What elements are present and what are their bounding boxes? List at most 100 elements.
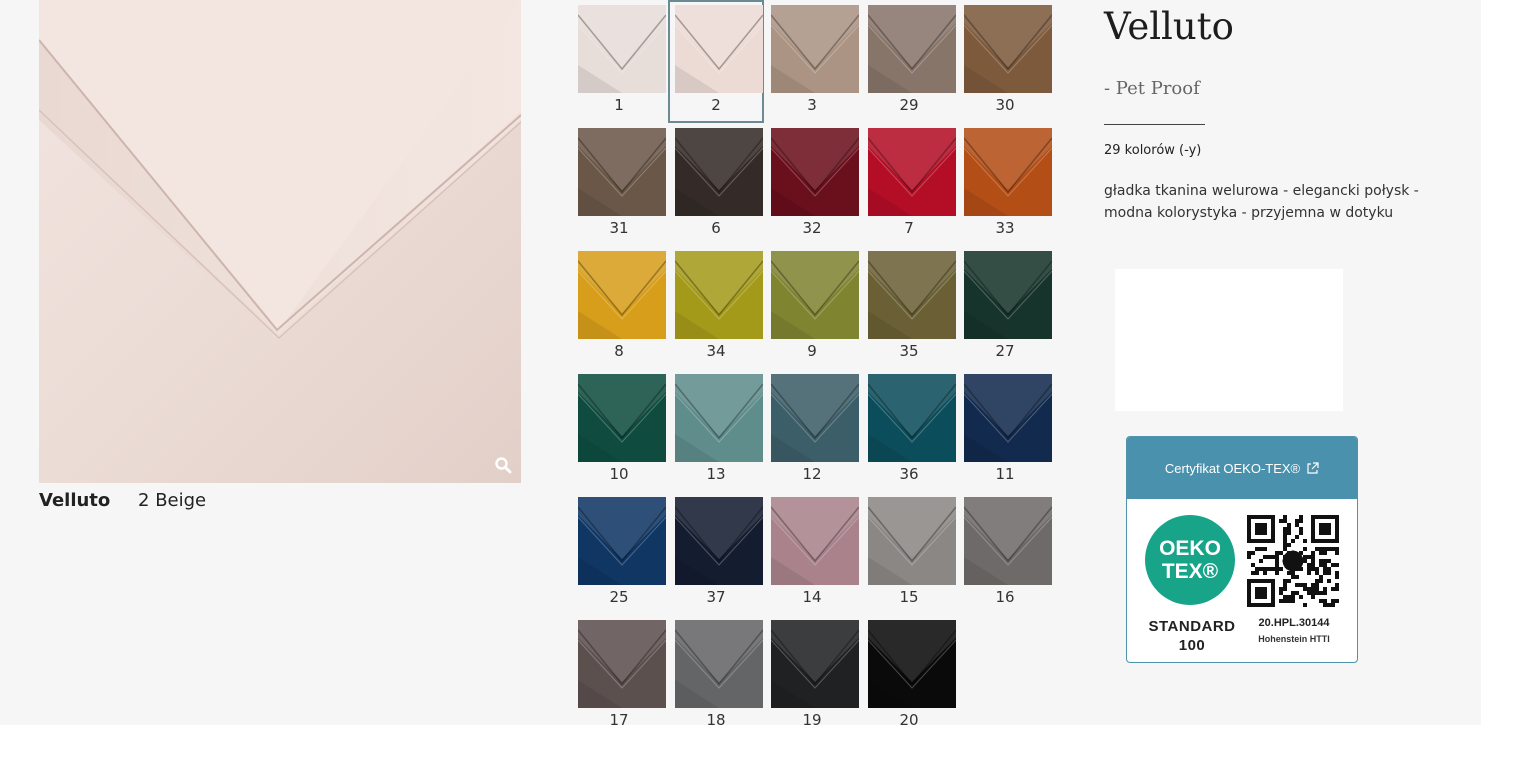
color-swatch[interactable]: 6: [668, 123, 764, 246]
swatch-fabric-chip: [675, 620, 763, 708]
oeko-tex-logo-line2: TEX®: [1161, 560, 1219, 583]
swatch-fabric-chip: [868, 5, 956, 93]
color-swatch[interactable]: 17: [571, 615, 667, 738]
oeko-tex-logo-line1: OEKO: [1159, 537, 1221, 560]
color-swatch[interactable]: 19: [764, 615, 860, 738]
swatch-fabric-chip: [868, 620, 956, 708]
swatch-number: 29: [899, 96, 919, 114]
color-swatch[interactable]: 25: [571, 492, 667, 615]
color-swatch[interactable]: 32: [764, 123, 860, 246]
swatch-number: 37: [706, 588, 726, 606]
color-swatch[interactable]: 36: [861, 369, 957, 492]
swatch-fabric-chip: [771, 620, 859, 708]
swatch-fabric-chip: [868, 128, 956, 216]
swatch-fabric-chip: [578, 251, 666, 339]
swatch-number: 13: [706, 465, 726, 483]
swatch-fabric-chip: [578, 374, 666, 462]
color-swatch[interactable]: 15: [861, 492, 957, 615]
swatch-fabric-chip: [578, 497, 666, 585]
caption-variant: 2 Beige: [138, 490, 207, 511]
color-swatch[interactable]: 16: [957, 492, 1053, 615]
swatch-fabric-chip: [675, 374, 763, 462]
certificate-code: 20.HPL.30144: [1258, 617, 1330, 629]
certificate-standard: STANDARD 100: [1137, 617, 1247, 655]
page: Velluto 2 Beige 1 2 3 29 30 31 6 32 7 33 8 34 9 35 27 1…: [0, 0, 1481, 729]
swatch-fabric-chip: [675, 128, 763, 216]
oeko-tex-certificate[interactable]: Certyfikat OEKO-TEX® OEKO TEX® STANDARD …: [1126, 436, 1358, 663]
swatch-fabric-chip: [868, 497, 956, 585]
swatch-number: 8: [614, 342, 624, 360]
swatch-fabric-chip: [771, 128, 859, 216]
certificate-standard-line1: STANDARD: [1148, 618, 1236, 635]
certificate-link[interactable]: Certyfikat OEKO-TEX®: [1127, 437, 1357, 499]
color-swatch[interactable]: 7: [861, 123, 957, 246]
swatch-number: 35: [899, 342, 919, 360]
color-swatch[interactable]: 8: [571, 246, 667, 369]
swatch-number: 25: [609, 588, 629, 606]
color-swatch[interactable]: 37: [668, 492, 764, 615]
swatch-fabric-chip: [578, 5, 666, 93]
swatch-number: 27: [995, 342, 1015, 360]
color-swatch[interactable]: 11: [957, 369, 1053, 492]
blank-image-placeholder: [1115, 269, 1343, 411]
color-swatch[interactable]: 2: [668, 0, 764, 123]
color-swatch[interactable]: 13: [668, 369, 764, 492]
color-swatch[interactable]: 9: [764, 246, 860, 369]
swatch-number: 6: [711, 219, 721, 237]
color-swatch[interactable]: 18: [668, 615, 764, 738]
swatch-fabric-chip: [964, 128, 1052, 216]
swatch-number: 31: [609, 219, 629, 237]
swatch-fabric-chip: [675, 497, 763, 585]
swatch-fabric-chip: [964, 5, 1052, 93]
swatch-number: 3: [807, 96, 817, 114]
color-swatch[interactable]: 14: [764, 492, 860, 615]
certificate-link-label: Certyfikat OEKO-TEX®: [1164, 460, 1301, 476]
swatch-fabric-chip: [578, 620, 666, 708]
swatch-fabric-chip: [868, 251, 956, 339]
search-icon[interactable]: [493, 455, 513, 475]
swatch-fabric-chip: [578, 128, 666, 216]
swatch-fabric-chip: [771, 374, 859, 462]
swatch-number: 19: [802, 711, 822, 729]
swatch-number: 1: [614, 96, 624, 114]
product-subtitle: - Pet Proof: [1104, 78, 1200, 99]
color-swatch[interactable]: 20: [861, 615, 957, 738]
swatch-number: 20: [899, 711, 919, 729]
color-swatch[interactable]: 12: [764, 369, 860, 492]
color-swatch[interactable]: 1: [571, 0, 667, 123]
swatch-fabric-chip: [675, 5, 763, 93]
swatch-fabric-chip: [771, 5, 859, 93]
swatch-fabric-chip: [675, 251, 763, 339]
color-swatch[interactable]: 33: [957, 123, 1053, 246]
swatch-number: 10: [609, 465, 629, 483]
product-title: Velluto: [1104, 5, 1234, 48]
swatch-fabric-chip: [771, 497, 859, 585]
external-link-icon: [1307, 461, 1319, 474]
color-swatch[interactable]: 30: [957, 0, 1053, 123]
swatch-number: 16: [995, 588, 1015, 606]
swatch-number: 15: [899, 588, 919, 606]
certificate-lab: Hohenstein HTTI: [1258, 634, 1330, 644]
swatch-number: 7: [904, 219, 914, 237]
color-swatch[interactable]: 34: [668, 246, 764, 369]
swatch-number: 14: [802, 588, 822, 606]
color-swatch[interactable]: 29: [861, 0, 957, 123]
swatch-fabric-chip: [868, 374, 956, 462]
fabric-image: [39, 0, 521, 483]
color-swatch[interactable]: 27: [957, 246, 1053, 369]
color-swatch[interactable]: 10: [571, 369, 667, 492]
swatch-number: 30: [995, 96, 1015, 114]
swatch-fabric-chip: [964, 497, 1052, 585]
color-swatch[interactable]: 3: [764, 0, 860, 123]
oeko-tex-logo: OEKO TEX®: [1145, 515, 1235, 605]
color-swatch[interactable]: 31: [571, 123, 667, 246]
swatch-fabric-chip: [771, 251, 859, 339]
main-product-image[interactable]: [39, 0, 521, 483]
color-swatch[interactable]: 35: [861, 246, 957, 369]
product-description: gładka tkanina welurowa - elegancki poły…: [1104, 183, 1419, 221]
swatch-number: 11: [995, 465, 1015, 483]
swatch-number: 18: [706, 711, 726, 729]
swatch-number: 32: [802, 219, 822, 237]
caption-product-name: Velluto: [39, 490, 111, 511]
swatch-number: 34: [706, 342, 726, 360]
